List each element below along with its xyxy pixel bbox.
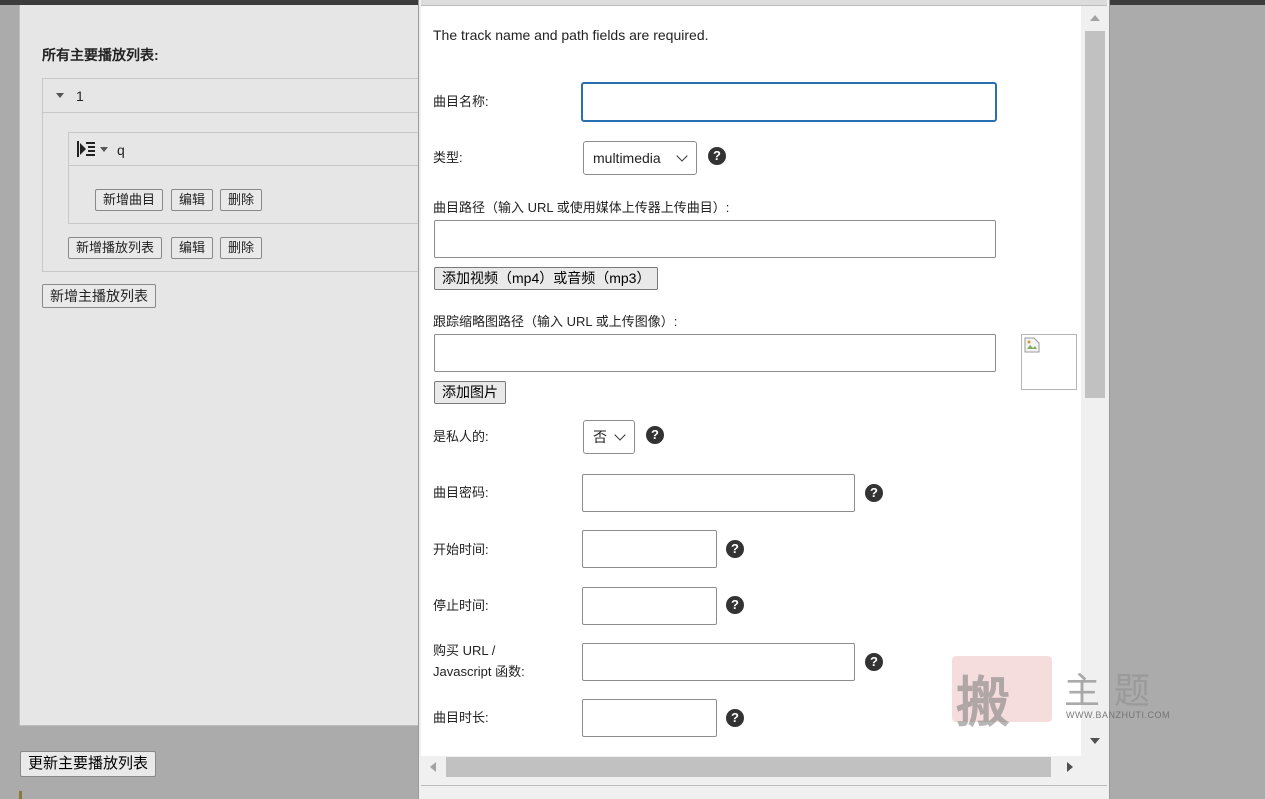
chevron-down-icon (676, 150, 688, 162)
sub-playlist-header[interactable]: q (69, 133, 424, 166)
private-label: 是私人的: (433, 429, 489, 444)
sub-playlist-name: q (117, 142, 125, 158)
scroll-up-arrow-icon[interactable] (1090, 15, 1100, 21)
buy-url-input[interactable] (582, 643, 855, 681)
section-title: 所有主要播放列表: (42, 47, 159, 63)
track-path-label: 曲目路径（输入 URL 或使用媒体上传器上传曲目）: (433, 200, 730, 215)
main-playlist-header[interactable]: 1 (43, 79, 423, 113)
playlist-icon (77, 141, 95, 157)
watermark-seal-char: 搬 (956, 670, 1010, 734)
buy-url-label-line2: Javascript 函数: (433, 664, 525, 679)
watermark: 搬 主题 WWW.BANZHUTI.COM (952, 656, 1182, 734)
broken-image-icon (1024, 337, 1040, 353)
watermark-seal: 搬 (952, 656, 1052, 734)
dialog-content: The track name and path fields are requi… (421, 6, 1081, 756)
add-image-button[interactable]: 添加图片 (434, 381, 506, 404)
scroll-left-arrow-icon[interactable] (430, 762, 436, 772)
start-time-input[interactable] (582, 530, 717, 568)
horizontal-scroll-thumb[interactable] (446, 757, 1051, 777)
dialog-bottom-edge (421, 785, 1107, 786)
duration-input[interactable] (582, 699, 717, 737)
duration-label: 曲目时长: (433, 710, 489, 725)
add-playlist-button[interactable]: 新增播放列表 (68, 237, 163, 259)
start-time-label: 开始时间: (433, 542, 489, 557)
buy-url-label-line1: 购买 URL / (433, 643, 496, 658)
main-playlist-box: 1 q 新增曲目 编辑 删除 新增播放列表 编辑 删除 (42, 78, 425, 272)
add-track-button[interactable]: 新增曲目 (95, 189, 164, 211)
add-media-button[interactable]: 添加视频（mp4）或音频（mp3） (434, 267, 659, 290)
thumb-path-label: 跟踪缩略图路径（输入 URL 或上传图像）: (433, 314, 678, 329)
delete-playlist-button[interactable]: 删除 (220, 237, 263, 259)
duration-help-icon[interactable]: ? (726, 709, 744, 727)
thumbnail-preview (1021, 334, 1077, 390)
vertical-scrollbar[interactable] (1083, 6, 1107, 756)
add-main-playlist-button[interactable]: 新增主播放列表 (42, 284, 156, 308)
type-select-value: multimedia (593, 150, 661, 166)
vertical-scroll-thumb[interactable] (1085, 31, 1105, 398)
watermark-text: 主题 (1064, 671, 1165, 712)
required-note: The track name and path fields are requi… (433, 27, 709, 43)
track-name-label: 曲目名称: (433, 94, 489, 109)
watermark-url: WWW.BANZHUTI.COM (1066, 710, 1170, 720)
stop-time-label: 停止时间: (433, 598, 489, 613)
stop-time-help-icon[interactable]: ? (726, 596, 744, 614)
sub-playlist-box: q 新增曲目 编辑 删除 (68, 132, 425, 224)
password-label: 曲目密码: (433, 485, 489, 500)
track-name-input[interactable] (581, 82, 997, 122)
track-path-input[interactable] (434, 220, 996, 258)
main-playlist-name: 1 (76, 88, 84, 104)
thumb-path-input[interactable] (434, 334, 996, 372)
stop-time-input[interactable] (582, 587, 717, 625)
scroll-down-arrow-icon[interactable] (1090, 738, 1100, 744)
chevron-down-icon (614, 429, 626, 441)
buy-url-help-icon[interactable]: ? (865, 653, 883, 671)
horizontal-scrollbar[interactable] (421, 756, 1083, 778)
bottom-edge-mark (19, 791, 22, 799)
start-time-help-icon[interactable]: ? (726, 540, 744, 558)
private-help-icon[interactable]: ? (646, 426, 664, 444)
private-select-value: 否 (593, 429, 607, 445)
edit-sub-playlist-button[interactable]: 编辑 (171, 189, 214, 211)
type-label: 类型: (433, 150, 463, 165)
collapse-triangle-icon[interactable] (56, 93, 64, 98)
private-select[interactable]: 否 (583, 420, 635, 454)
edit-playlist-button[interactable]: 编辑 (171, 237, 214, 259)
sub-playlist-dropdown-icon[interactable] (100, 147, 108, 152)
type-select[interactable]: multimedia (583, 141, 697, 175)
password-input[interactable] (582, 474, 855, 512)
delete-sub-playlist-button[interactable]: 删除 (220, 189, 263, 211)
password-help-icon[interactable]: ? (865, 484, 883, 502)
scroll-right-arrow-icon[interactable] (1067, 762, 1073, 772)
update-main-playlist-button[interactable]: 更新主要播放列表 (20, 751, 157, 777)
type-help-icon[interactable]: ? (708, 147, 726, 165)
